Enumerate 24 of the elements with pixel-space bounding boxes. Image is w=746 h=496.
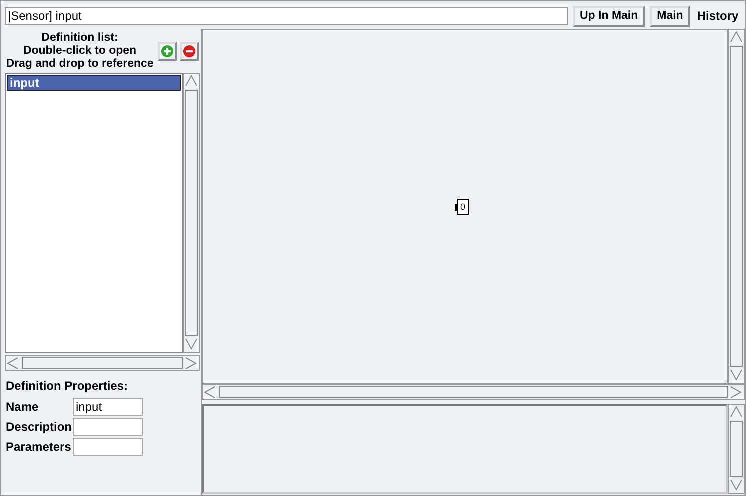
remove-button[interactable] [180, 42, 199, 60]
minus-icon [183, 44, 196, 58]
property-field[interactable] [73, 438, 143, 456]
definition-list-instructions: Definition list: Double-click to open Drag and drop to reference [5, 32, 155, 70]
list-item[interactable]: input [7, 75, 181, 91]
path-field[interactable]: |Sensor] input [5, 7, 568, 25]
properties-title: Definition Properties: [6, 379, 130, 393]
nav-button[interactable]: Up In Main [573, 6, 646, 26]
scroll-thumb[interactable] [730, 46, 743, 367]
field-label: Parameters [6, 440, 72, 454]
property-field[interactable]: input [73, 398, 143, 416]
nav-button[interactable]: Main [650, 6, 690, 26]
field-label: Description [6, 420, 73, 434]
scroll-thumb[interactable] [22, 357, 183, 369]
plus-icon [161, 44, 174, 58]
scroll-thumb[interactable] [185, 90, 198, 336]
property-field[interactable] [73, 418, 143, 436]
diagram-canvas[interactable]: 0 [202, 29, 728, 384]
add-button[interactable] [158, 42, 177, 60]
history-label: History [697, 9, 739, 23]
scroll-thumb[interactable] [219, 386, 728, 398]
diagram-node[interactable]: 0 [457, 199, 469, 215]
scroll-thumb[interactable] [730, 421, 743, 477]
field-label: Name [6, 400, 40, 414]
